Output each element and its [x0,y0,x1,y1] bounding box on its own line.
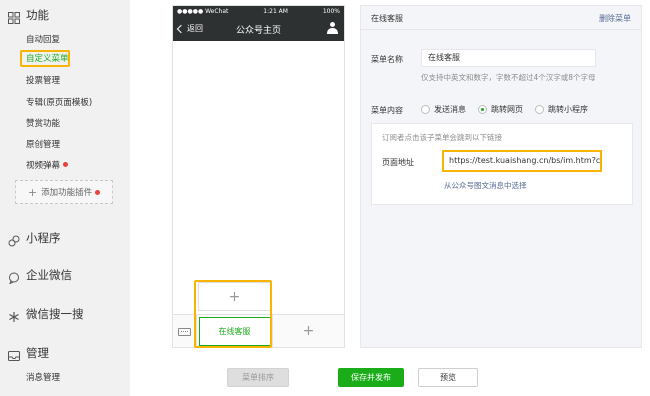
sidebar-item-vote[interactable]: 投票管理 [26,74,60,88]
sidebar-item-original[interactable]: 原创管理 [26,138,60,152]
radio-label: 发送消息 [434,105,466,114]
sidebar-section-function[interactable]: 功能 [8,6,49,24]
carrier-signal: ●●●●● WeChat [177,8,229,15]
editor-header: 在线客服 删除菜单 [361,6,641,30]
sidebar-section-enterprise[interactable]: 企业微信 [8,266,72,285]
new-badge [63,162,69,167]
radio-send-message[interactable]: 发送消息 [421,104,466,115]
sidebar-item-messages[interactable]: 消息管理 [26,371,60,385]
menu-editor-panel: 在线客服 删除菜单 菜单名称 在线客服 仅支持中英文和数字，字数不超过4个汉字或… [360,5,642,348]
plus-icon: + [27,185,38,199]
sidebar-section-mini-program[interactable]: 小程序 [8,229,61,247]
sidebar-item-reward[interactable]: 赞赏功能 [26,117,60,131]
add-plugin-label: 添加功能插件 [41,188,93,198]
radio-circle [421,105,430,114]
phone-title: 公众号主页 [235,26,281,36]
status-time: 1:21 AM [263,8,288,15]
select-from-articles-link[interactable]: 从公众号图文消息中选择 [444,180,527,191]
radio-jump-mini-program[interactable]: 跳转小程序 [535,104,588,115]
sidebar-section-label: 小程序 [26,231,61,245]
mini-program-icon [8,232,20,247]
url-description: 订阅者点击该子菜单会跳到以下链接 [382,133,502,142]
chat-bubble-icon [8,269,20,285]
inbox-icon [8,347,20,361]
radio-label: 跳转小程序 [548,105,588,114]
sidebar-section-label: 微信搜一搜 [26,307,84,321]
editor-title: 在线客服 [371,14,403,23]
phone-status-bar: ●●●●● WeChat 1:21 AM 100% [173,6,344,17]
sidebar-item-album[interactable]: 专辑(原页面模板) [26,96,92,110]
sidebar-item-danmaku[interactable]: 视频弹幕 [26,159,69,173]
menu-content-options: 发送消息 跳转网页 跳转小程序 [421,104,600,115]
highlight-box [194,280,272,348]
sidebar-section-label: 管理 [26,346,49,360]
preview-button[interactable]: 预览 [418,368,478,387]
menu-name-input[interactable]: 在线客服 [421,49,596,67]
grid-icon [8,9,20,24]
sidebar-section-label: 企业微信 [26,268,72,282]
star-icon [8,308,20,322]
sort-menu-button[interactable]: 菜单排序 [227,368,289,387]
menu-name-hint: 仅支持中英文和数字，字数不超过4个汉字或8个字母 [421,73,596,82]
app-root: 功能 自动回复 自定义菜单 投票管理 专辑(原页面模板) 赞赏功能 原创管理 视… [0,0,650,396]
radio-circle [535,105,544,114]
new-badge [95,189,101,195]
page-url-label: 页面地址 [382,158,414,167]
save-publish-button[interactable]: 保存并发布 [338,368,404,387]
menu-name-label: 菜单名称 [371,55,403,64]
menu-content-label: 菜单内容 [371,106,403,115]
url-settings-card: 订阅者点击该子菜单会跳到以下链接 页面地址 https://test.kuais… [371,123,633,205]
add-plugin-button[interactable]: + 添加功能插件 [15,180,113,204]
phone-nav-bar: 返回 公众号主页 [173,17,344,41]
highlight-box [20,50,70,67]
sidebar: 功能 自动回复 自定义菜单 投票管理 专辑(原页面模板) 赞赏功能 原创管理 视… [0,0,130,396]
radio-circle-selected [478,105,487,114]
sidebar-item-label: 视频弹幕 [26,161,61,171]
sidebar-item-auto-reply[interactable]: 自动回复 [26,33,60,47]
sidebar-section-label: 功能 [26,8,49,22]
delete-menu-link[interactable]: 删除菜单 [599,13,631,24]
radio-jump-webpage[interactable]: 跳转网页 [478,104,523,115]
user-icon [327,22,338,34]
page-url-input[interactable]: https://test.kuaishang.cn/bs/im.htm?ca [442,150,602,172]
sidebar-section-search[interactable]: 微信搜一搜 [8,305,84,323]
sidebar-section-manage[interactable]: 管理 [8,344,49,362]
add-menu-button[interactable]: + [273,315,344,347]
battery-level: 100% [322,8,340,15]
radio-label: 跳转网页 [491,105,523,114]
